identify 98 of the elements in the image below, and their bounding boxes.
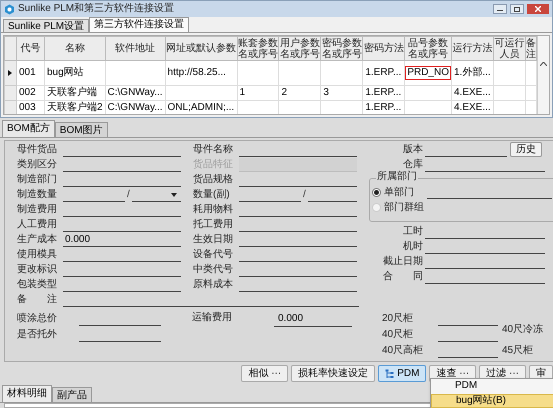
column-header[interactable]: 备注 bbox=[526, 36, 536, 60]
column-header[interactable]: 品号参数名或序号 bbox=[404, 36, 452, 60]
table-cell-text: 001 bbox=[18, 66, 37, 80]
field-label: 类别区分 bbox=[17, 158, 58, 172]
field-label: 备 注 bbox=[17, 293, 58, 307]
group-title: 所属部门 bbox=[376, 171, 418, 183]
column-header[interactable]: 名称 bbox=[44, 36, 106, 60]
field-label: 托工费用 bbox=[193, 218, 234, 232]
table-cell-text: 1.ERP... bbox=[364, 66, 402, 80]
table-cell: PRD_NO bbox=[405, 66, 451, 80]
current-row-icon bbox=[8, 70, 12, 76]
input-field[interactable]: 0.000 bbox=[63, 233, 181, 247]
column-header[interactable]: 代号 bbox=[16, 36, 44, 60]
field-label: 截止日期 bbox=[382, 255, 424, 269]
table-cell-text: 4.EXE... bbox=[453, 86, 492, 100]
separator: / bbox=[302, 188, 307, 202]
field-label: 合 同 bbox=[382, 270, 424, 284]
field-label: 40尺柜 bbox=[382, 328, 414, 342]
field-label: 母件货品 bbox=[17, 143, 58, 157]
table-cell-text: 天联客户端 bbox=[46, 86, 98, 100]
table-cell-text: 1.ERP... bbox=[364, 86, 402, 100]
column-header[interactable]: 运行方法 bbox=[452, 36, 494, 60]
input-field[interactable] bbox=[239, 158, 357, 172]
field-label: 40尺高柜 bbox=[382, 344, 424, 358]
toolbar-button[interactable]: 相似 ··· bbox=[241, 365, 288, 382]
window-title: Sunlike PLM和第三方软件连接设置 bbox=[18, 3, 176, 15]
table-cell-text: 3 bbox=[322, 86, 330, 100]
field-label: 包装类型 bbox=[17, 278, 58, 292]
radio-option[interactable]: 部门群组 bbox=[372, 202, 424, 214]
app-icon bbox=[4, 4, 15, 14]
field-label: 货品规格 bbox=[193, 173, 234, 187]
separator: / bbox=[126, 188, 131, 202]
input-field[interactable]: 0.000 bbox=[274, 311, 352, 327]
toolbar-button[interactable]: PDM bbox=[378, 365, 426, 382]
table-cell-text: 4.EXE... bbox=[453, 101, 492, 114]
field-label: 中类代号 bbox=[193, 263, 234, 277]
table-cell-text: 1.ERP... bbox=[364, 101, 402, 114]
table-cell-text: 1 bbox=[238, 86, 246, 100]
field-label: 数量(副) bbox=[193, 188, 231, 202]
field-label: 制造数量 bbox=[17, 188, 58, 202]
toolbar-button[interactable]: 损耗率快速设定 bbox=[291, 365, 376, 382]
field-label: 仓库 bbox=[402, 158, 424, 170]
table-cell-text: 天联客户端2 bbox=[46, 101, 104, 114]
tab[interactable]: 材料明细 bbox=[2, 385, 52, 402]
field-label: 使用模具 bbox=[17, 248, 58, 262]
column-header[interactable]: 密码方法 bbox=[362, 36, 405, 60]
field-label: 制造部门 bbox=[17, 173, 58, 187]
column-header[interactable]: 软件地址 bbox=[105, 36, 166, 60]
maximize-button[interactable] bbox=[510, 4, 524, 14]
field-label: 更改标识 bbox=[17, 263, 58, 277]
tab[interactable]: 第三方软件连接设置 bbox=[89, 17, 190, 32]
table-cell-text: 1.外部... bbox=[453, 66, 492, 80]
scroll-up-icon bbox=[540, 62, 547, 66]
table-cell-text: C:\GNWay... bbox=[106, 86, 164, 100]
table-cell-text: http://58.25... bbox=[166, 66, 227, 80]
field-label: 生产成本 bbox=[17, 233, 58, 247]
field-label: 设备代号 bbox=[193, 248, 234, 262]
tab[interactable]: BOM图片 bbox=[54, 122, 108, 137]
column-header[interactable]: 密码参数名或序号 bbox=[320, 36, 363, 60]
dropdown-icon bbox=[171, 192, 177, 196]
column-header[interactable]: 账套参数名或序号 bbox=[237, 36, 279, 60]
field-label: 45尺柜 bbox=[502, 344, 534, 358]
table-cell-text: bug网站 bbox=[46, 66, 85, 80]
tab[interactable]: BOM配方 bbox=[2, 120, 55, 137]
table-cell-text: 003 bbox=[18, 101, 37, 114]
field-label: 人工费用 bbox=[17, 218, 58, 232]
history-button[interactable]: 历史 bbox=[510, 142, 542, 157]
column-header[interactable]: 网址或默认参数 bbox=[165, 36, 238, 60]
close-icon bbox=[535, 6, 541, 12]
close-button[interactable] bbox=[527, 4, 549, 14]
table-cell-text: 2 bbox=[280, 86, 288, 100]
tree-icon bbox=[385, 368, 394, 378]
field-label: 货品特征 bbox=[193, 158, 234, 172]
field-label: 喷涂总价 bbox=[17, 312, 58, 326]
radio-option[interactable]: 单部门 bbox=[372, 186, 414, 198]
field-label: 制造费用 bbox=[17, 203, 58, 217]
field-label: 是否托外 bbox=[17, 328, 58, 342]
tab[interactable]: 副产品 bbox=[52, 387, 92, 402]
table-cell-text: C:\GNWay... bbox=[106, 101, 164, 114]
field-label: 耗用物料 bbox=[193, 203, 234, 217]
table-cell-text: 002 bbox=[18, 86, 37, 100]
field-label: 版本 bbox=[402, 143, 424, 157]
column-header[interactable]: 用户参数名或序号 bbox=[278, 36, 321, 60]
menu-item[interactable]: PDM bbox=[431, 380, 553, 394]
menu-item[interactable]: bug网站(B) bbox=[431, 394, 553, 408]
field-label: 母件名称 bbox=[193, 143, 234, 157]
minimize-button[interactable] bbox=[493, 4, 507, 14]
table-cell-text: ONL;ADMIN;... bbox=[166, 101, 236, 114]
field-label: 原料成本 bbox=[193, 278, 234, 292]
field-label: 20尺柜 bbox=[382, 312, 414, 326]
field-label: 工时 bbox=[402, 225, 424, 239]
field-label: 运输费用 bbox=[192, 311, 233, 325]
tab[interactable]: Sunlike PLM设置 bbox=[3, 19, 90, 32]
field-label: 40尺冷冻 bbox=[502, 323, 544, 337]
column-header[interactable]: 可运行人员 bbox=[493, 36, 526, 60]
scroll-bar[interactable] bbox=[537, 36, 549, 114]
field-label: 生效日期 bbox=[193, 233, 234, 247]
field-label: 机时 bbox=[402, 240, 424, 254]
